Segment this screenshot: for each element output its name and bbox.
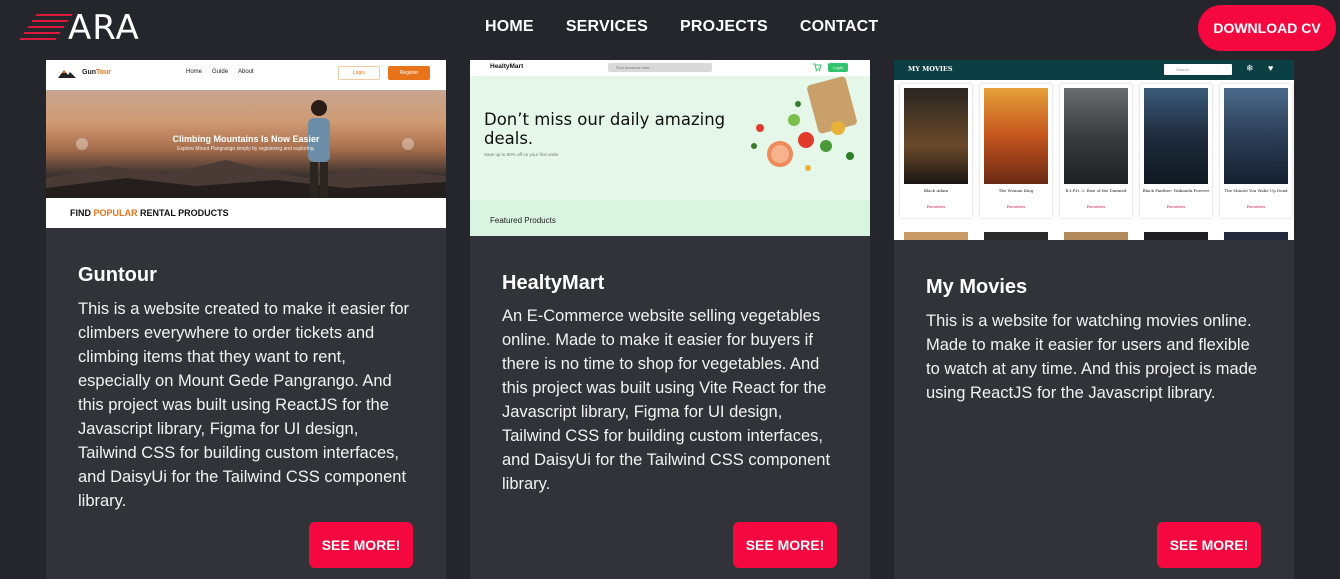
movie-title: R.I.P.D. 2: Rise of the Damned [1065, 188, 1127, 193]
preview-menu-about: About [238, 69, 254, 75]
project-title: Guntour [78, 264, 157, 286]
preview-hero-title: Climbing Mountains Is Now Easier [172, 134, 320, 144]
movie-title: Black Adam [923, 188, 949, 193]
see-more-button[interactable]: SEE MORE! [1157, 522, 1261, 568]
nav-home[interactable]: HOME [485, 18, 534, 36]
movie-poster-image [1144, 232, 1208, 240]
project-description: This is a website for watching movies on… [926, 312, 1258, 402]
preview-movie-grid: Black Adam Favorites The Woman King Favo… [894, 80, 1294, 240]
preview-section-title: Featured Products [490, 216, 556, 225]
preview-movie-card: Black Panther: Wakanda Forever Favorites [1140, 84, 1212, 218]
preview-section-title: FIND POPULAR RENTAL PRODUCTS [70, 208, 229, 218]
favorites-link: Favorites [1086, 204, 1106, 209]
cart-icon [813, 63, 822, 72]
movie-poster-image [1064, 232, 1128, 240]
project-card-my-movies: MY MOVIES Search ❄ ♥ Black Adam Favorite… [894, 60, 1294, 579]
preview-brand: MY MOVIES [908, 65, 953, 73]
vegetables-illustration-icon [751, 76, 857, 171]
download-cv-button[interactable]: DOWNLOAD CV [1198, 5, 1336, 51]
preview-navbar: MY MOVIES Search ❄ ♥ [894, 60, 1294, 80]
preview-section: Featured Products [470, 200, 870, 236]
mountain-logo-icon [58, 70, 76, 78]
favorites-link: Favorites [926, 204, 946, 209]
preview-hero: Climbing Mountains Is Now Easier Explore… [46, 90, 446, 198]
preview-brand: HealtyMart [490, 63, 524, 70]
preview-menu-guide: Guide [212, 69, 229, 75]
project-title: My Movies [926, 276, 1028, 298]
see-more-button[interactable]: SEE MORE! [733, 522, 837, 568]
carousel-next-icon [402, 138, 414, 150]
project-card-guntour: GunTour Home Guide About Login Register … [46, 60, 446, 579]
movie-title: The Minute You Wake Up Dead [1224, 188, 1288, 193]
heart-icon: ♥ [1268, 63, 1274, 73]
movie-title: Black Panther: Wakanda Forever [1142, 188, 1210, 193]
project-title: HealtyMart [502, 272, 605, 294]
preview-search: Find products here... [608, 63, 712, 72]
preview-hero-subtitle: Explore Mount Pangrango simply by regist… [177, 146, 315, 152]
movie-poster-image [984, 88, 1048, 184]
preview-movie-card: The Minute You Wake Up Dead Favorites [1220, 84, 1292, 218]
project-description: An E-Commerce website selling vegetables… [502, 307, 831, 493]
preview-login: Login [338, 66, 380, 80]
preview-register: Register [388, 66, 430, 80]
preview-movie-card: Black Adam Favorites [900, 84, 972, 218]
see-more-button[interactable]: SEE MORE! [309, 522, 413, 568]
movie-poster-image [984, 232, 1048, 240]
movie-poster-image [1144, 88, 1208, 184]
preview-search: Search [1164, 64, 1232, 75]
project-preview-image[interactable]: GunTour Home Guide About Login Register … [46, 60, 446, 228]
project-preview-image[interactable]: MY MOVIES Search ❄ ♥ Black Adam Favorite… [894, 60, 1294, 240]
movie-poster-image [904, 232, 968, 240]
preview-hero-title: Don’t miss our daily amazing deals. [484, 110, 726, 148]
favorites-link: Favorites [1246, 204, 1266, 209]
preview-menu-home: Home [186, 69, 203, 75]
nav-contact[interactable]: CONTACT [800, 18, 878, 36]
movie-poster-image [1224, 232, 1288, 240]
nav-services[interactable]: SERVICES [566, 18, 648, 36]
project-description: This is a website created to make it eas… [78, 300, 410, 510]
favorites-link: Favorites [1166, 204, 1186, 209]
favorites-link: Favorites [1006, 204, 1026, 209]
preview-hero: Don’t miss our daily amazing deals. Save… [470, 76, 870, 200]
project-preview-image[interactable]: HealtyMart Find products here... Login D… [470, 60, 870, 236]
preview-brand: GunTour [82, 69, 112, 76]
preview-login: Login [828, 63, 848, 72]
nav-projects[interactable]: PROJECTS [680, 18, 768, 36]
project-card-healtymart: HealtyMart Find products here... Login D… [470, 60, 870, 579]
preview-navbar: GunTour Home Guide About Login Register [46, 60, 446, 90]
movie-poster-image [1064, 88, 1128, 184]
preview-movie-card: The Woman King Favorites [980, 84, 1052, 218]
logo[interactable]: ARA [19, 8, 139, 48]
preview-menu: Home Guide About [186, 69, 254, 75]
movie-poster-image [904, 88, 968, 184]
preview-movie-card: R.I.P.D. 2: Rise of the Damned Favorites [1060, 84, 1132, 218]
movie-poster-image [1224, 88, 1288, 184]
main-nav: HOME SERVICES PROJECTS CONTACT [485, 18, 878, 36]
theme-icon: ❄ [1246, 63, 1254, 73]
mountains-icon [46, 160, 446, 198]
carousel-prev-icon [76, 138, 88, 150]
movie-title: The Woman King [998, 188, 1034, 193]
preview-navbar: HealtyMart Find products here... Login [470, 60, 870, 76]
logo-text: ARA [68, 8, 140, 48]
preview-section: FIND POPULAR RENTAL PRODUCTS [46, 198, 446, 228]
preview-hero-subtitle: Save up to 60% off on your first order [484, 152, 559, 157]
